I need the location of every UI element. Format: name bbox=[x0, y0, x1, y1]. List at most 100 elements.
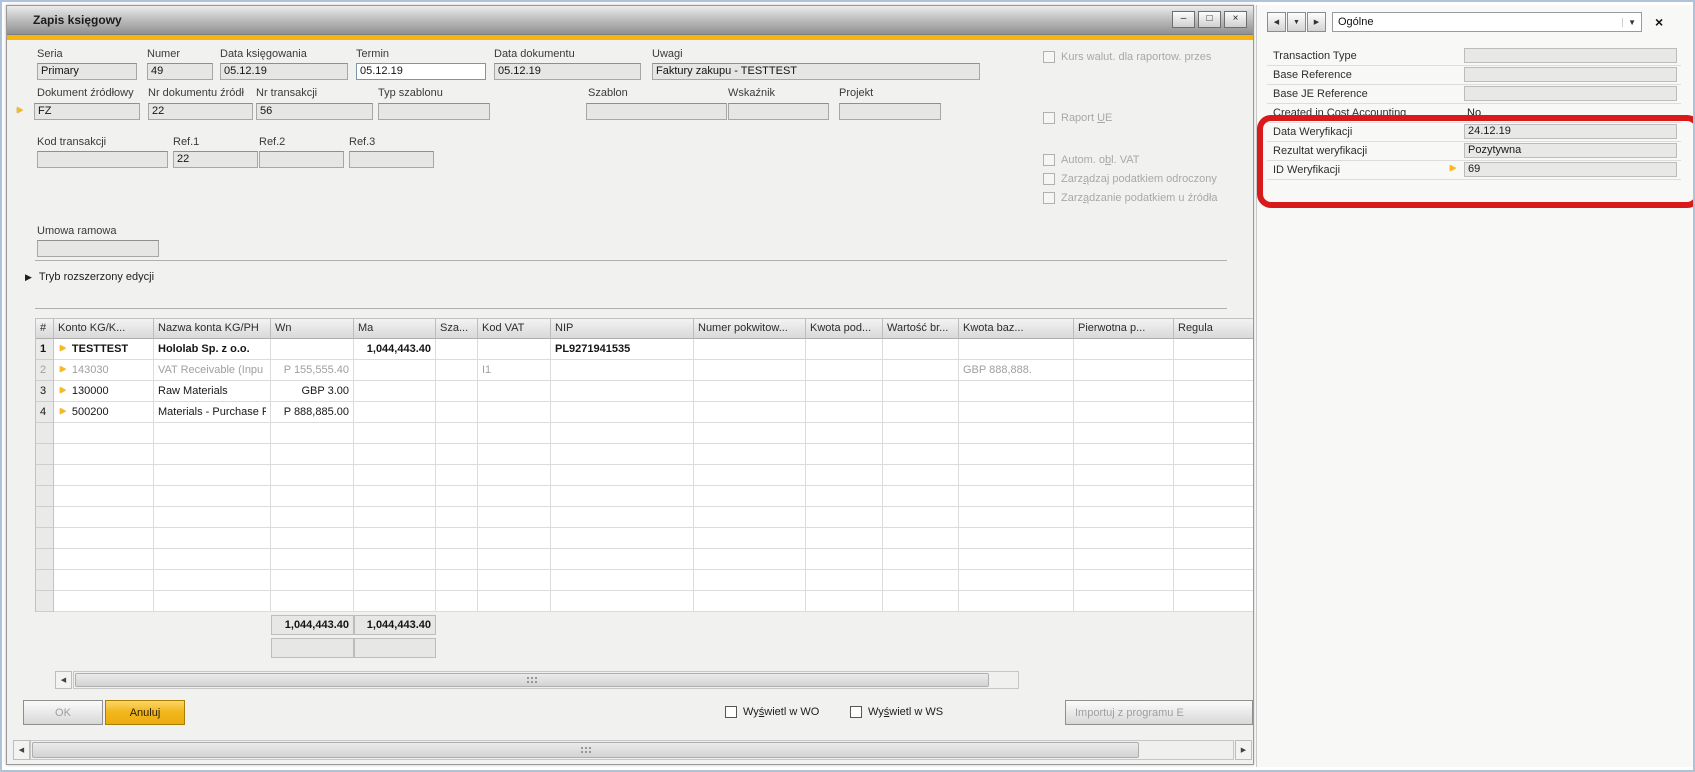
title-bar[interactable]: Zapis księgowy – □ × bbox=[7, 6, 1253, 35]
cell-kbaz[interactable] bbox=[959, 423, 1074, 444]
cell-konto[interactable] bbox=[54, 549, 154, 570]
cell-wbr[interactable] bbox=[883, 402, 959, 423]
cell-konto[interactable] bbox=[54, 528, 154, 549]
cell-sza[interactable] bbox=[436, 360, 478, 381]
cell-kpod[interactable] bbox=[806, 570, 883, 591]
cell-nip[interactable] bbox=[551, 402, 694, 423]
cell-pierw[interactable] bbox=[1074, 381, 1174, 402]
checkbox[interactable] bbox=[850, 706, 862, 718]
cell-konto[interactable]: ►143030 bbox=[54, 360, 154, 381]
szablon-field[interactable] bbox=[586, 103, 727, 120]
cell-sza[interactable] bbox=[436, 486, 478, 507]
cell-nazwa[interactable]: Materials - Purchase P bbox=[154, 402, 271, 423]
cell-wn[interactable] bbox=[271, 507, 354, 528]
cell-kodvat[interactable] bbox=[478, 339, 551, 360]
import-excel-button[interactable]: Importuj z programu E bbox=[1065, 700, 1253, 725]
cell-nazwa[interactable] bbox=[154, 444, 271, 465]
cell-wbr[interactable] bbox=[883, 465, 959, 486]
cell-nazwa[interactable]: Hololab Sp. z o.o. bbox=[154, 339, 271, 360]
cell-reg[interactable] bbox=[1174, 402, 1253, 423]
cell-konto[interactable] bbox=[54, 486, 154, 507]
cell-pierw[interactable] bbox=[1074, 591, 1174, 612]
panel-row-value-field[interactable] bbox=[1464, 86, 1677, 101]
cell-kodvat[interactable] bbox=[478, 549, 551, 570]
cell-pokw[interactable] bbox=[694, 528, 806, 549]
cell-kodvat[interactable] bbox=[478, 402, 551, 423]
cell-kbaz[interactable] bbox=[959, 465, 1074, 486]
cell-pierw[interactable] bbox=[1074, 549, 1174, 570]
cell-wn[interactable] bbox=[271, 570, 354, 591]
data-ksiegowania-field[interactable]: 05.12.19 bbox=[220, 63, 348, 80]
ref2-field[interactable] bbox=[259, 151, 344, 168]
cell-pokw[interactable] bbox=[694, 444, 806, 465]
cell-num[interactable] bbox=[36, 486, 54, 507]
cell-pierw[interactable] bbox=[1074, 339, 1174, 360]
cell-reg[interactable] bbox=[1174, 570, 1253, 591]
cell-nip[interactable] bbox=[551, 570, 694, 591]
cell-pokw[interactable] bbox=[694, 570, 806, 591]
ref3-field[interactable] bbox=[349, 151, 434, 168]
cell-pokw[interactable] bbox=[694, 402, 806, 423]
cell-reg[interactable] bbox=[1174, 465, 1253, 486]
cell-reg[interactable] bbox=[1174, 423, 1253, 444]
cell-wbr[interactable] bbox=[883, 591, 959, 612]
cell-reg[interactable] bbox=[1174, 507, 1253, 528]
checkbox[interactable] bbox=[1043, 192, 1055, 204]
cell-num[interactable] bbox=[36, 591, 54, 612]
cell-pokw[interactable] bbox=[694, 423, 806, 444]
cell-pokw[interactable] bbox=[694, 465, 806, 486]
typ-szablonu-field[interactable] bbox=[378, 103, 490, 120]
cell-kbaz[interactable] bbox=[959, 507, 1074, 528]
cell-sza[interactable] bbox=[436, 549, 478, 570]
cell-kbaz[interactable]: GBP 888,888. bbox=[959, 360, 1074, 381]
cell-kpod[interactable] bbox=[806, 465, 883, 486]
cell-kpod[interactable] bbox=[806, 549, 883, 570]
table-hscrollbar[interactable] bbox=[73, 671, 1019, 689]
kod-transakcji-field[interactable] bbox=[37, 151, 168, 168]
termin-field[interactable]: 05.12.19 bbox=[356, 63, 486, 80]
cell-wn[interactable]: P 888,885.00 bbox=[271, 402, 354, 423]
cell-wbr[interactable] bbox=[883, 507, 959, 528]
cell-wn[interactable] bbox=[271, 528, 354, 549]
data-dokumentu-field[interactable]: 05.12.19 bbox=[494, 63, 641, 80]
cell-wn[interactable] bbox=[271, 486, 354, 507]
link-arrow-icon[interactable]: ► bbox=[58, 386, 68, 396]
cell-konto[interactable]: ►500200 bbox=[54, 402, 154, 423]
cell-kbaz[interactable] bbox=[959, 570, 1074, 591]
expand-section-toggle[interactable]: ▶ Tryb rozszerzony edycji bbox=[25, 271, 154, 283]
cell-nazwa[interactable] bbox=[154, 591, 271, 612]
cell-wbr[interactable] bbox=[883, 381, 959, 402]
cell-sza[interactable] bbox=[436, 528, 478, 549]
cell-pokw[interactable] bbox=[694, 591, 806, 612]
cell-wbr[interactable] bbox=[883, 486, 959, 507]
nav-prev-icon[interactable]: ◀ bbox=[1267, 12, 1286, 32]
cell-sza[interactable] bbox=[436, 339, 478, 360]
cell-sza[interactable] bbox=[436, 402, 478, 423]
cell-num[interactable] bbox=[36, 465, 54, 486]
close-icon[interactable]: × bbox=[1224, 11, 1247, 28]
cell-kbaz[interactable] bbox=[959, 339, 1074, 360]
cell-num[interactable]: 4 bbox=[36, 402, 54, 423]
cell-wn[interactable] bbox=[271, 339, 354, 360]
cell-ma[interactable] bbox=[354, 465, 436, 486]
cell-kpod[interactable] bbox=[806, 591, 883, 612]
cell-nazwa[interactable]: VAT Receivable (Inpu bbox=[154, 360, 271, 381]
cell-kbaz[interactable] bbox=[959, 591, 1074, 612]
checkbox[interactable] bbox=[1043, 154, 1055, 166]
cell-pierw[interactable] bbox=[1074, 360, 1174, 381]
cell-wn[interactable]: GBP 3.00 bbox=[271, 381, 354, 402]
cell-kodvat[interactable] bbox=[478, 507, 551, 528]
cell-wn[interactable]: P 155,555.40 bbox=[271, 360, 354, 381]
wskaznik-field[interactable] bbox=[728, 103, 829, 120]
panel-row-value-field[interactable]: 24.12.19 bbox=[1464, 124, 1677, 139]
cell-kodvat[interactable] bbox=[478, 423, 551, 444]
cell-wbr[interactable] bbox=[883, 423, 959, 444]
cell-ma[interactable] bbox=[354, 444, 436, 465]
cell-kbaz[interactable] bbox=[959, 486, 1074, 507]
cell-kodvat[interactable]: I1 bbox=[478, 360, 551, 381]
cell-wn[interactable] bbox=[271, 423, 354, 444]
cell-reg[interactable] bbox=[1174, 591, 1253, 612]
cell-nip[interactable]: PL9271941535 bbox=[551, 339, 694, 360]
cell-num[interactable] bbox=[36, 570, 54, 591]
cell-nazwa[interactable] bbox=[154, 549, 271, 570]
